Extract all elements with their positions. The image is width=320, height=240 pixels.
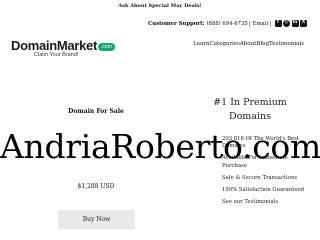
buy-now-button[interactable]: Buy Now — [58, 210, 135, 229]
domainmarket-logo[interactable]: DomainMarket .com Claim Your Brand! — [11, 38, 115, 58]
logo-com-badge: .com — [97, 43, 115, 51]
price: $1,288 USD — [77, 183, 115, 190]
support-label: Customer Support: — [148, 20, 205, 27]
social-links: f ◎ in X — [274, 20, 307, 27]
feature-item: Safe & Secure Transactions — [222, 174, 298, 181]
logo-tagline: Claim Your Brand! — [34, 52, 79, 58]
customer-support-bar: Customer Support: (888) 694-6735 | Email… — [148, 20, 307, 27]
x-icon[interactable]: X — [300, 20, 307, 27]
linkedin-icon[interactable]: in — [291, 20, 299, 27]
separator: | — [248, 20, 251, 27]
domain-for-sale-heading: Domain For Sale — [68, 108, 124, 115]
nav-blog[interactable]: Blog — [256, 41, 269, 47]
support-phone[interactable]: (888) 694-6735 — [206, 21, 247, 27]
main-nav: Learn Categories About Blog Testimonials — [193, 41, 304, 47]
facebook-icon[interactable]: f — [274, 20, 282, 27]
nav-testimonials[interactable]: Testimonials — [269, 41, 304, 47]
domain-name: AndriaRoberto.com — [0, 127, 320, 166]
logo-wordmark: DomainMarket — [11, 38, 97, 53]
testimonials-link[interactable]: See our Testimonials — [222, 199, 312, 206]
email-link[interactable]: Email | — [253, 21, 272, 27]
nav-categories[interactable]: Categories — [210, 41, 240, 47]
nav-about[interactable]: About — [240, 41, 257, 47]
premium-heading: #1 In Premium Domains — [213, 97, 287, 122]
promo-banner: Ask About Special May Deals! — [118, 3, 202, 9]
nav-learn[interactable]: Learn — [193, 41, 209, 47]
feature-item: 100% Satisfaction Guaranteed — [222, 187, 305, 194]
instagram-icon[interactable]: ◎ — [283, 20, 290, 27]
